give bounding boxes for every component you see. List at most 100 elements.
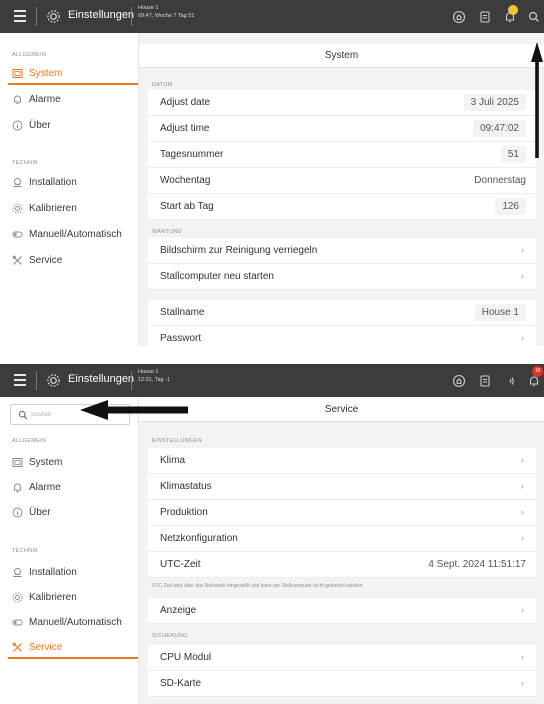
gear-icon xyxy=(46,373,61,388)
sidebar-item-ueber[interactable]: Über xyxy=(0,502,138,524)
chevron-right-icon: › xyxy=(521,605,524,615)
house-name: House 1 xyxy=(138,369,159,375)
divider xyxy=(36,371,37,390)
chevron-right-icon: › xyxy=(521,455,524,465)
clipboard-icon[interactable] xyxy=(478,10,492,24)
notification-badge: 10 xyxy=(532,366,543,377)
section-label-datum: DATUM xyxy=(152,82,173,88)
sidebar-item-kalibrieren[interactable]: Kalibrieren xyxy=(0,198,138,220)
sound-icon[interactable] xyxy=(503,374,517,388)
row-produktion[interactable]: Produktion › xyxy=(148,500,536,526)
annotation-arrow-up-icon xyxy=(531,42,543,158)
page-title: Service xyxy=(139,398,544,422)
sidebar-item-installation[interactable]: Installation xyxy=(0,562,138,584)
top-bar: Einstellungen House 1 12:31, Tag -1 10 xyxy=(0,364,544,397)
menu-icon[interactable] xyxy=(14,374,26,386)
house-info: House 1 09:47, Woche 7 Tag 51 xyxy=(138,4,194,20)
row-sd-karte[interactable]: SD-Karte › xyxy=(148,671,536,697)
chevron-right-icon: › xyxy=(521,333,524,343)
row-passwort[interactable]: Passwort › xyxy=(148,326,536,346)
row-cpu-modul[interactable]: CPU Modul › xyxy=(148,645,536,671)
sidebar-section-general: ALLGEMEIN xyxy=(12,438,47,444)
sidebar-section-technik: TECHNIK xyxy=(12,548,39,554)
sidebar-item-label: Manuell/Automatisch xyxy=(29,229,122,240)
sidebar-item-label: Kalibrieren xyxy=(29,592,77,603)
row-start-ab-tag[interactable]: Start ab Tag 126 xyxy=(148,194,536,220)
chevron-right-icon: › xyxy=(521,271,524,281)
house-name: House 1 xyxy=(138,5,159,11)
calibrate-icon xyxy=(12,203,23,214)
house-time: 09:47, Woche 7 Tag 51 xyxy=(138,13,195,19)
gear-icon xyxy=(46,9,61,24)
tools-icon xyxy=(12,642,23,653)
installation-icon xyxy=(12,567,23,578)
sidebar-item-alarme[interactable]: Alarme xyxy=(0,477,138,499)
sidebar-item-manuell-automatisch[interactable]: Manuell/Automatisch xyxy=(0,224,138,246)
bell-icon xyxy=(12,94,23,105)
system-icon xyxy=(12,68,23,79)
app-title: Einstellungen xyxy=(68,373,135,385)
top-bar: Einstellungen House 1 09:47, Woche 7 Tag… xyxy=(0,0,544,33)
row-label: Bildschirm zur Reinigung verriegeln xyxy=(160,245,318,256)
home-icon[interactable] xyxy=(452,10,466,24)
notification-dot xyxy=(508,5,518,15)
row-label: Netzkonfiguration xyxy=(160,533,238,544)
app-title: Einstellungen xyxy=(68,9,135,21)
row-label: CPU Modul xyxy=(160,652,212,663)
sidebar-item-system[interactable]: System xyxy=(0,452,138,474)
chevron-right-icon: › xyxy=(521,652,524,662)
row-stallname[interactable]: Stallname House 1 xyxy=(148,300,536,326)
sidebar-item-label: Installation xyxy=(29,567,77,578)
row-klima[interactable]: Klima › xyxy=(148,448,536,474)
tools-icon xyxy=(12,255,23,266)
sidebar-item-installation[interactable]: Installation xyxy=(0,172,138,194)
sidebar-item-label: Über xyxy=(29,120,51,131)
sidebar-item-kalibrieren[interactable]: Kalibrieren xyxy=(0,587,138,609)
search-icon xyxy=(18,410,28,420)
sidebar-item-manuell-automatisch[interactable]: Manuell/Automatisch xyxy=(0,612,138,634)
sidebar-item-service[interactable]: Service xyxy=(0,250,138,272)
row-adjust-time[interactable]: Adjust time 09:47:02 xyxy=(148,116,536,142)
row-value: 51 xyxy=(500,146,526,163)
home-icon[interactable] xyxy=(452,374,466,388)
row-wochentag[interactable]: Wochentag Donnerstag xyxy=(148,168,536,194)
row-label: Tagesnummer xyxy=(160,149,224,160)
row-value: House 1 xyxy=(474,304,526,321)
sidebar-item-label: Service xyxy=(29,255,63,266)
sidebar-item-label: Installation xyxy=(29,177,77,188)
row-label: Adjust date xyxy=(160,97,211,108)
sidebar-item-alarme[interactable]: Alarme xyxy=(0,89,138,111)
row-label: Stallname xyxy=(160,307,205,318)
calibrate-icon xyxy=(12,592,23,603)
sidebar-item-ueber[interactable]: Über xyxy=(0,115,138,137)
row-label: Wochentag xyxy=(160,175,211,186)
search-icon[interactable] xyxy=(527,10,541,24)
row-klimastatus[interactable]: Klimastatus › xyxy=(148,474,536,500)
row-value: Donnerstag xyxy=(474,175,526,186)
clipboard-icon[interactable] xyxy=(478,374,492,388)
row-netzkonfiguration[interactable]: Netzkonfiguration › xyxy=(148,526,536,552)
row-anzeige[interactable]: Anzeige › xyxy=(148,598,536,624)
sidebar-section-technik: TECHNIK xyxy=(12,160,39,166)
bell-icon xyxy=(12,482,23,493)
sidebar-item-label: System xyxy=(29,457,63,468)
row-value: 4 Sept. 2024 11:51:17 xyxy=(428,559,526,570)
row-adjust-date[interactable]: Adjust date 3 Juli 2025 xyxy=(148,90,536,116)
menu-icon[interactable] xyxy=(14,10,26,22)
sidebar-item-label: Über xyxy=(29,507,51,518)
row-label: Start ab Tag xyxy=(160,201,214,212)
sidebar-item-label: Service xyxy=(29,642,63,653)
sidebar-item-label: System xyxy=(29,68,63,79)
row-label: Anzeige xyxy=(160,605,197,616)
sidebar-item-service[interactable]: Service xyxy=(0,637,138,659)
row-tagesnummer[interactable]: Tagesnummer 51 xyxy=(148,142,536,168)
row-label: Stallcomputer neu starten xyxy=(160,271,274,282)
sidebar-item-system[interactable]: System xyxy=(0,63,138,85)
installation-icon xyxy=(12,177,23,188)
divider xyxy=(131,371,132,390)
row-bildschirm-reinigung[interactable]: Bildschirm zur Reinigung verriegeln › xyxy=(148,238,536,264)
row-value: 09:47:02 xyxy=(473,120,526,137)
house-info: House 1 12:31, Tag -1 xyxy=(138,368,170,384)
row-stallcomputer-neustart[interactable]: Stallcomputer neu starten › xyxy=(148,264,536,290)
info-icon xyxy=(12,120,23,131)
